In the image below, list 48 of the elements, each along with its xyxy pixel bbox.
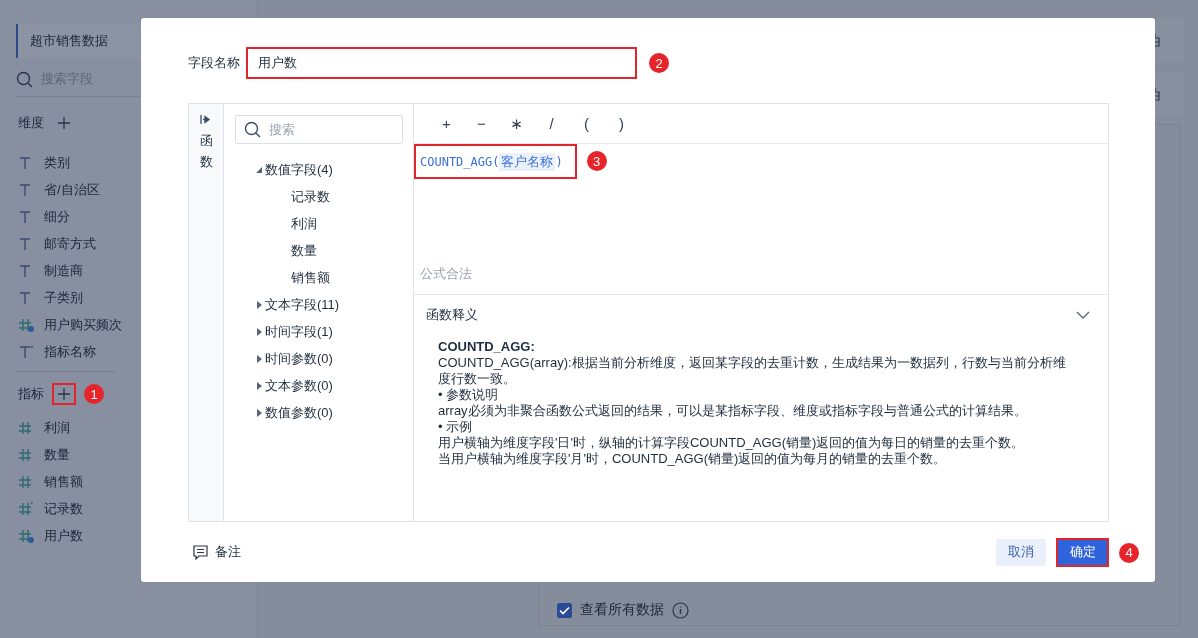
- section-title: 指标: [18, 385, 44, 403]
- cancel-button[interactable]: 取消: [996, 538, 1046, 566]
- comment-icon: [193, 544, 208, 560]
- tree-node[interactable]: 文本参数(0): [235, 372, 403, 399]
- formula-input[interactable]: COUNTD_AGG(客户名称): [414, 144, 577, 179]
- checkbox[interactable]: [557, 602, 572, 618]
- plus-icon: [57, 387, 71, 401]
- operator-button[interactable]: /: [543, 115, 560, 132]
- search-icon: [244, 121, 261, 138]
- section-title: 维度: [18, 114, 44, 132]
- step-badge: 2: [649, 53, 669, 73]
- text-star-icon: [18, 344, 34, 359]
- help-text: COUNTD_AGG(array):根据当前分析维度，返回某字段的去重计数，生成结果为一数据列，行数与当前分析维度行数一致。: [438, 355, 1067, 387]
- operator-button[interactable]: ∗: [508, 114, 525, 133]
- operator-button[interactable]: −: [473, 115, 490, 132]
- search-icon: [16, 70, 33, 88]
- confirm-button[interactable]: 确定: [1056, 537, 1109, 567]
- field-name-input[interactable]: 用户数: [246, 47, 637, 79]
- step-badge: 1: [84, 384, 104, 404]
- info-icon[interactable]: [672, 601, 689, 619]
- check-icon: [559, 605, 570, 615]
- calculated-number-icon: [18, 528, 34, 543]
- add-button[interactable]: [52, 383, 76, 405]
- note-button[interactable]: 备注: [193, 543, 241, 561]
- help-text: array必须为非聚合函数公式返回的结果，可以是某指标字段、维度或指标字段与普通公式的计算结果。: [438, 403, 1028, 419]
- function-tab[interactable]: 函数: [189, 104, 224, 521]
- calculated-number-icon: [18, 317, 34, 332]
- operator-button[interactable]: (: [578, 115, 595, 132]
- chevron-icon[interactable]: [1076, 311, 1090, 319]
- help-text: 当用户横轴为维度字段'月'时，COUNTD_AGG(销量)返回的值为每月的销量的去重个数。: [438, 451, 948, 467]
- help-text: 用户横轴为维度字段'日'时，纵轴的计算字段COUNTD_AGG(销量)返回的值为每日的销量的去重个数。: [438, 435, 1026, 451]
- operator-button[interactable]: +: [438, 115, 455, 132]
- step-badge: 4: [1119, 542, 1139, 563]
- number-type-icon: [18, 447, 34, 462]
- number-star-icon: [18, 501, 34, 516]
- plus-icon: [57, 116, 71, 130]
- number-type-icon: [18, 420, 34, 435]
- checkbox-label: 查看所有数据: [580, 601, 664, 619]
- help-text: • 示例: [438, 419, 474, 435]
- step-badge: 3: [586, 151, 607, 171]
- operator-button[interactable]: ): [613, 115, 630, 132]
- number-type-icon: [18, 474, 34, 489]
- help-text: • 参数说明: [438, 387, 500, 403]
- tab-label: 函数: [199, 132, 213, 171]
- expand-icon: [200, 114, 212, 125]
- formula-status: 公式合法: [414, 254, 1108, 295]
- help-heading: COUNTD_AGG:: [438, 339, 536, 355]
- help-title: 函数释义: [426, 306, 478, 324]
